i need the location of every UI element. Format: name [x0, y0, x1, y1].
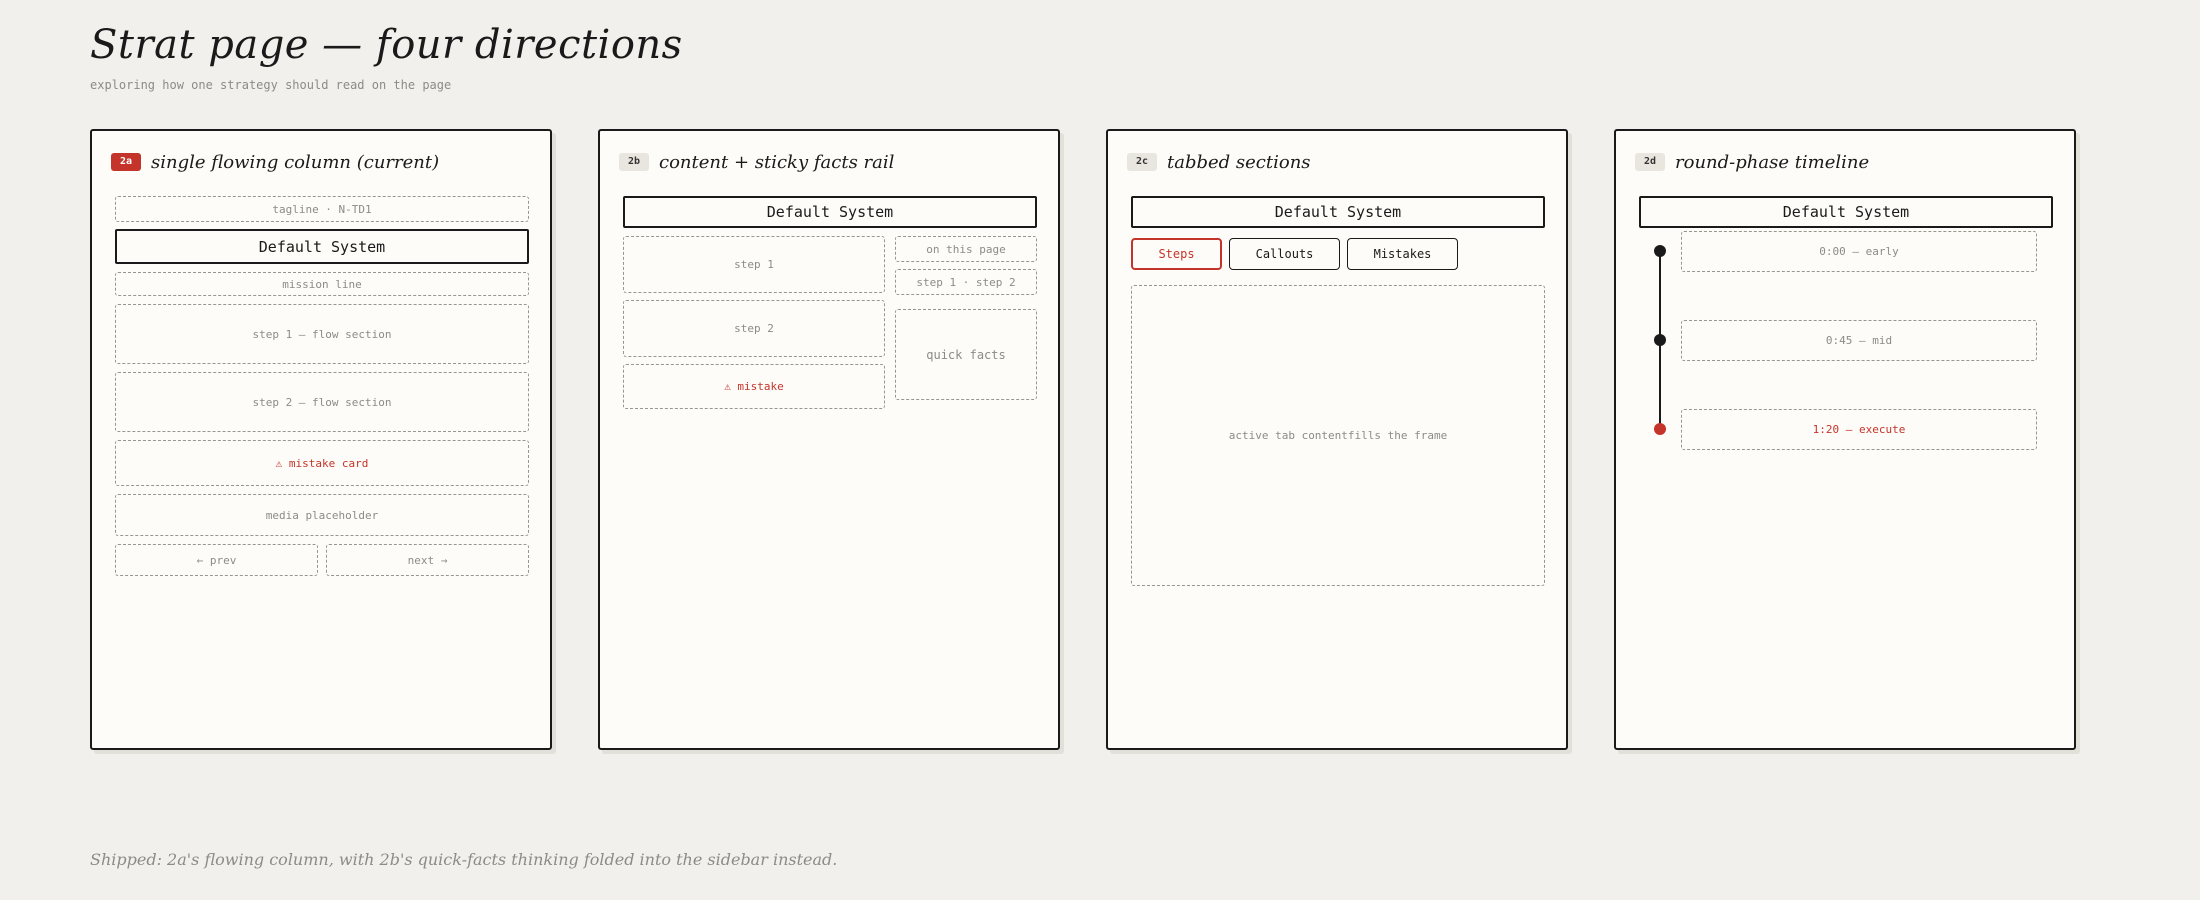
phase-mid: 0:45 — mid: [1681, 320, 2037, 361]
tab-steps[interactable]: Steps: [1131, 238, 1222, 270]
tab-callouts[interactable]: Callouts: [1229, 238, 1340, 270]
step-2-section: step 2 — flow section: [115, 372, 529, 432]
step-1-section: step 1 — flow section: [115, 304, 529, 364]
card-2a-badge: 2a: [111, 153, 141, 171]
card-2b-badge: 2b: [619, 153, 649, 171]
tagline-placeholder: tagline · N-TD1: [115, 196, 529, 222]
timeline-dot-early: [1654, 245, 1666, 257]
card-2c-header: 2c tabbed sections: [1127, 148, 1311, 176]
card-2d-header: 2d round-phase timeline: [1635, 148, 1869, 176]
card-2c-badge: 2c: [1127, 153, 1157, 171]
card-2c-title: tabbed sections: [1167, 151, 1311, 173]
card-2a-header: 2a single flowing column (current): [111, 148, 439, 176]
active-tab-content: active tab contentfills the frame: [1131, 285, 1545, 586]
quick-facts-rail: quick facts: [895, 309, 1037, 400]
page-subtitle: exploring how one strategy should read o…: [90, 78, 452, 92]
on-this-page-label: on this page: [895, 236, 1037, 262]
step-1-section: step 1: [623, 236, 885, 293]
toc-links[interactable]: step 1 · step 2: [895, 269, 1037, 295]
next-button[interactable]: next →: [326, 544, 529, 576]
card-2a-title: single flowing column (current): [151, 151, 440, 173]
card-2b-title: content + sticky facts rail: [659, 151, 895, 173]
system-title-box: Default System: [1131, 196, 1545, 228]
system-title-box: Default System: [1639, 196, 2053, 228]
tab-mistakes[interactable]: Mistakes: [1347, 238, 1458, 270]
card-2d-title: round-phase timeline: [1675, 151, 1870, 173]
mission-line-placeholder: mission line: [115, 272, 529, 296]
media-placeholder: media placeholder: [115, 494, 529, 536]
system-title-box: Default System: [623, 196, 1037, 228]
card-2a: 2a single flowing column (current) tagli…: [90, 129, 552, 750]
phase-early: 0:00 — early: [1681, 231, 2037, 272]
prev-button[interactable]: ← prev: [115, 544, 318, 576]
card-2b-header: 2b content + sticky facts rail: [619, 148, 894, 176]
card-2d-badge: 2d: [1635, 153, 1665, 171]
page-title: Strat page — four directions: [90, 22, 683, 68]
mistake-card: ⚠ mistake: [623, 364, 885, 409]
phase-execute: 1:20 — execute: [1681, 409, 2037, 450]
card-2b: 2b content + sticky facts rail Default S…: [598, 129, 1060, 750]
timeline-dot-mid: [1654, 334, 1666, 346]
step-2-section: step 2: [623, 300, 885, 357]
footer-note: Shipped: 2a's flowing column, with 2b's …: [90, 850, 838, 869]
mistake-card: ⚠ mistake card: [115, 440, 529, 486]
system-title-box: Default System: [115, 229, 529, 264]
card-2d: 2d round-phase timeline Default System 0…: [1614, 129, 2076, 750]
timeline-dot-execute: [1654, 423, 1666, 435]
card-2c: 2c tabbed sections Default System Steps …: [1106, 129, 1568, 750]
